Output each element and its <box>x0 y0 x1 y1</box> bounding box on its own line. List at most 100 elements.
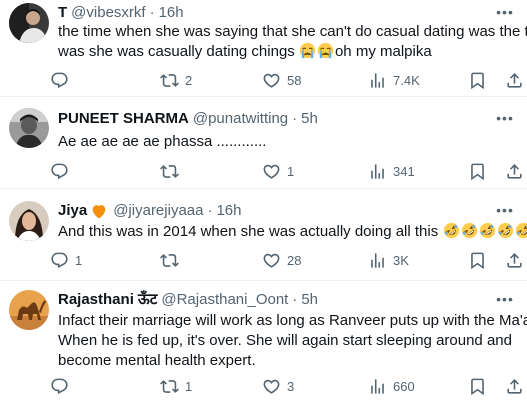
bookmark-icon <box>468 71 487 90</box>
bookmark-button[interactable] <box>468 248 487 272</box>
views-icon <box>368 162 387 181</box>
views-icon <box>368 377 387 396</box>
repost-count: 2 <box>185 72 193 88</box>
views-count: 660 <box>393 378 415 394</box>
reply-icon <box>50 377 69 396</box>
reply-button[interactable] <box>50 68 75 92</box>
separator-dot: · <box>292 291 298 308</box>
repost-button[interactable] <box>160 248 185 272</box>
user-handle[interactable]: @punatwitting <box>193 109 288 129</box>
tweet-text-line: Infact their marriage will work as long … <box>58 312 527 329</box>
display-name[interactable]: PUNEET SHARMA <box>58 109 189 129</box>
share-button[interactable] <box>505 159 524 183</box>
share-button[interactable] <box>505 374 524 398</box>
action-bar: 2 58 7.4K <box>50 68 527 92</box>
share-icon <box>505 71 524 90</box>
reply-button[interactable] <box>50 159 75 183</box>
reply-button[interactable]: 1 <box>50 248 82 272</box>
tweet-text: the time when she was saying that she ca… <box>58 22 527 62</box>
repost-icon <box>160 377 179 396</box>
like-count: 1 <box>287 163 295 179</box>
tweet-text-line: When he is fed up, it's over. She will a… <box>58 332 512 349</box>
views-button[interactable]: 660 <box>368 374 415 398</box>
reply-icon <box>50 251 69 270</box>
reply-icon <box>50 71 69 90</box>
repost-icon <box>160 162 179 181</box>
rofl-emoji <box>479 222 496 239</box>
reply-tweet-2[interactable]: PUNEET SHARMA @punatwitting · 5h ••• Ae … <box>0 97 527 189</box>
avatar[interactable] <box>9 108 49 148</box>
reply-tweet-1[interactable]: T @vibesxrkf · 16h ••• the time when she… <box>0 0 527 97</box>
views-button[interactable]: 341 <box>368 159 415 183</box>
views-count: 3K <box>393 252 409 268</box>
display-name[interactable]: Rajasthani ऊँट <box>58 290 157 310</box>
bookmark-icon <box>468 162 487 181</box>
like-button[interactable]: 3 <box>262 374 294 398</box>
avatar[interactable] <box>9 201 49 241</box>
bookmark-button[interactable] <box>468 159 487 183</box>
separator-dot: · <box>207 202 213 219</box>
avatar[interactable] <box>9 290 49 330</box>
reply-tweet-4[interactable]: Rajasthani ऊँट @Rajasthani_Oont · 5h •••… <box>0 281 527 400</box>
more-icon[interactable]: ••• <box>495 3 515 23</box>
tweet-text-fragment: And this was in 2014 when she was actual… <box>58 223 439 240</box>
tweet-header: Jiya @jiyarejiyaaa · 16h <box>58 201 521 221</box>
rofl-emoji <box>443 222 460 239</box>
action-bar: 1 341 <box>50 159 527 183</box>
views-count: 341 <box>393 163 415 179</box>
tweet-text: And this was in 2014 when she was actual… <box>58 222 521 242</box>
separator-dot: · <box>292 110 298 127</box>
repost-button[interactable]: 1 <box>160 374 192 398</box>
separator-dot: · <box>149 4 155 21</box>
user-handle[interactable]: @vibesxrkf <box>71 3 145 23</box>
share-icon <box>505 377 524 396</box>
tweet-text-line: was she was casually dating chings oh my… <box>58 42 521 62</box>
bookmark-button[interactable] <box>468 374 487 398</box>
timestamp[interactable]: 16h <box>216 201 241 221</box>
like-button[interactable]: 58 <box>262 68 301 92</box>
timestamp[interactable]: 5h <box>301 290 318 310</box>
timestamp[interactable]: 5h <box>301 109 318 129</box>
like-button[interactable]: 28 <box>262 248 301 272</box>
user-handle[interactable]: @Rajasthani_Oont <box>161 290 288 310</box>
rofl-emoji <box>515 222 527 239</box>
like-count: 28 <box>287 252 302 268</box>
crying-face-emoji <box>299 42 316 59</box>
like-icon <box>262 377 281 396</box>
repost-count: 1 <box>185 378 193 394</box>
like-button[interactable]: 1 <box>262 159 294 183</box>
tweet-text-line: Ae ae ae ae ae phassa ............ <box>58 133 267 150</box>
reply-tweet-3[interactable]: Jiya @jiyarejiyaaa · 16h ••• And this wa… <box>0 189 527 281</box>
share-icon <box>505 251 524 270</box>
views-icon <box>368 251 387 270</box>
display-name[interactable]: Jiya <box>58 201 87 221</box>
views-button[interactable]: 3K <box>368 248 409 272</box>
more-icon[interactable]: ••• <box>495 201 515 221</box>
like-count: 58 <box>287 72 302 88</box>
tweet-text: Ae ae ae ae ae phassa ............ <box>58 132 521 152</box>
timestamp[interactable]: 16h <box>159 3 184 23</box>
tweet-header: T @vibesxrkf · 16h <box>58 3 521 23</box>
rofl-emoji <box>497 222 514 239</box>
repost-icon <box>160 71 179 90</box>
share-icon <box>505 162 524 181</box>
action-bar: 1 28 3K <box>50 248 527 272</box>
more-icon[interactable]: ••• <box>495 109 515 129</box>
avatar[interactable] <box>9 3 49 43</box>
bookmark-icon <box>468 377 487 396</box>
share-button[interactable] <box>505 248 524 272</box>
reply-button[interactable] <box>50 374 75 398</box>
tweet-text-line: the time when she was saying that she ca… <box>58 23 527 40</box>
more-icon[interactable]: ••• <box>495 290 515 310</box>
views-icon <box>368 71 387 90</box>
user-handle[interactable]: @jiyarejiyaaa <box>113 201 203 221</box>
repost-button[interactable] <box>160 159 185 183</box>
reply-feed: T @vibesxrkf · 16h ••• the time when she… <box>0 0 527 400</box>
repost-button[interactable]: 2 <box>160 68 192 92</box>
share-button[interactable] <box>505 68 524 92</box>
tweet-header: Rajasthani ऊँट @Rajasthani_Oont · 5h <box>58 290 521 310</box>
views-button[interactable]: 7.4K <box>368 68 420 92</box>
bookmark-icon <box>468 251 487 270</box>
bookmark-button[interactable] <box>468 68 487 92</box>
display-name[interactable]: T <box>58 3 67 23</box>
